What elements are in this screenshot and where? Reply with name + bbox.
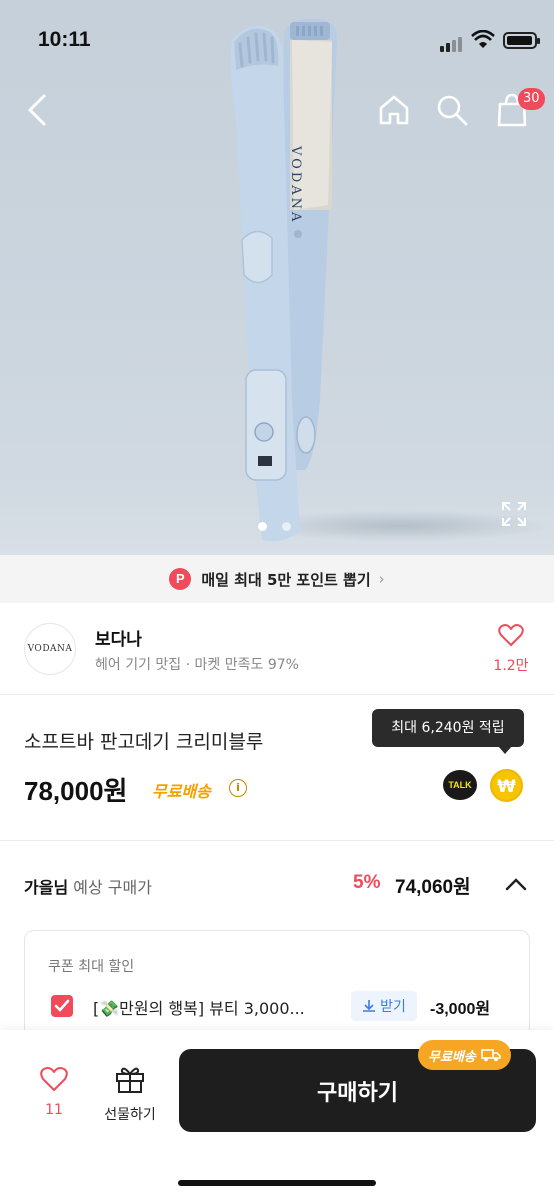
- chevron-up-icon: [505, 878, 527, 891]
- expected-price-label[interactable]: 가을님 예상 구매가: [24, 874, 152, 898]
- bottom-action-bar: 11 선물하기 구매하기 무료배송: [0, 1030, 554, 1200]
- collapse-button[interactable]: [505, 876, 527, 895]
- heart-icon: [498, 624, 524, 646]
- expected-final-price: 74,060원: [395, 877, 471, 898]
- chevron-left-icon: [27, 94, 46, 126]
- seller-section[interactable]: VODANA 보다나 헤어 기기 맛집 · 마켓 만족도 97% 1.2만: [0, 603, 554, 695]
- wishlist-count: 11: [45, 1102, 63, 1118]
- seller-like-button[interactable]: 1.2만: [490, 623, 532, 675]
- svg-text:VODANA: VODANA: [288, 145, 303, 224]
- section-divider: [0, 840, 554, 841]
- seller-like-count: 1.2만: [493, 658, 529, 674]
- back-button[interactable]: [20, 90, 54, 130]
- product-image[interactable]: VODANA 10:11 30: [0, 0, 554, 555]
- chevron-right-icon: ›: [378, 570, 385, 588]
- carousel-dots: [258, 516, 306, 535]
- wifi-icon: [471, 29, 495, 54]
- points-tooltip: 최대 6,240원 적립: [372, 709, 524, 754]
- coupon-download-label: 받기: [380, 999, 406, 1015]
- coupon-checkbox[interactable]: [51, 995, 73, 1017]
- points-promo-banner[interactable]: P 매일 최대 5만 포인트 뽑기 ›: [0, 555, 554, 603]
- search-icon: [437, 95, 468, 126]
- carousel-dot[interactable]: [282, 522, 291, 531]
- hair-straightener-image: VODANA: [230, 18, 338, 542]
- cart-count-badge: 30: [518, 88, 545, 110]
- points-icon: P: [169, 568, 192, 590]
- info-icon[interactable]: i: [229, 779, 247, 797]
- status-bar: 10:11: [0, 0, 554, 80]
- heart-icon: [40, 1067, 68, 1091]
- seller-logo: VODANA: [24, 623, 76, 675]
- search-button[interactable]: [432, 90, 472, 130]
- signal-icon: [440, 33, 464, 52]
- expected-label: 예상 구매가: [73, 878, 152, 897]
- free-shipping-label: 무료배송: [152, 782, 211, 801]
- coupon-name: [💸만원의 행복] 뷰티 3,000...: [93, 999, 305, 1018]
- kakao-talk-icon[interactable]: TALK: [443, 770, 477, 800]
- check-icon: [54, 999, 70, 1012]
- free-shipping-badge: 무료배송: [418, 1040, 511, 1070]
- expand-icon: [502, 502, 526, 526]
- points-won-icon[interactable]: ₩: [490, 769, 523, 802]
- free-shipping-badge-label: 무료배송: [428, 1049, 476, 1065]
- product-name: 소프트바 판고데기 크리미블루: [24, 731, 264, 753]
- seller-description: 헤어 기기 맛집 · 마켓 만족도 97%: [95, 657, 299, 673]
- gift-icon: [116, 1067, 144, 1093]
- battery-icon: [503, 32, 540, 49]
- product-price: 78,000원: [24, 776, 128, 806]
- wishlist-button[interactable]: 11: [34, 1066, 74, 1118]
- home-button[interactable]: [374, 90, 414, 130]
- promo-text: 매일 최대 5만 포인트 뽑기: [201, 570, 371, 589]
- coupon-title: 쿠폰 최대 할인: [48, 959, 135, 975]
- status-time: 10:11: [38, 28, 91, 51]
- seller-name[interactable]: 보다나: [95, 625, 142, 650]
- gift-button[interactable]: 선물하기: [96, 1064, 164, 1124]
- discount-rate: 5%: [353, 872, 381, 893]
- coupon-download-button[interactable]: 받기: [351, 991, 417, 1021]
- download-icon: [363, 1000, 376, 1012]
- user-name: 가을님: [24, 878, 69, 897]
- fullscreen-button[interactable]: [498, 498, 530, 530]
- truck-icon: [481, 1049, 501, 1062]
- coupon-amount: -3,000원: [430, 1001, 491, 1018]
- carousel-dot[interactable]: [258, 522, 267, 531]
- home-icon: [379, 95, 409, 125]
- home-indicator: [178, 1180, 376, 1186]
- gift-label: 선물하기: [104, 1107, 156, 1123]
